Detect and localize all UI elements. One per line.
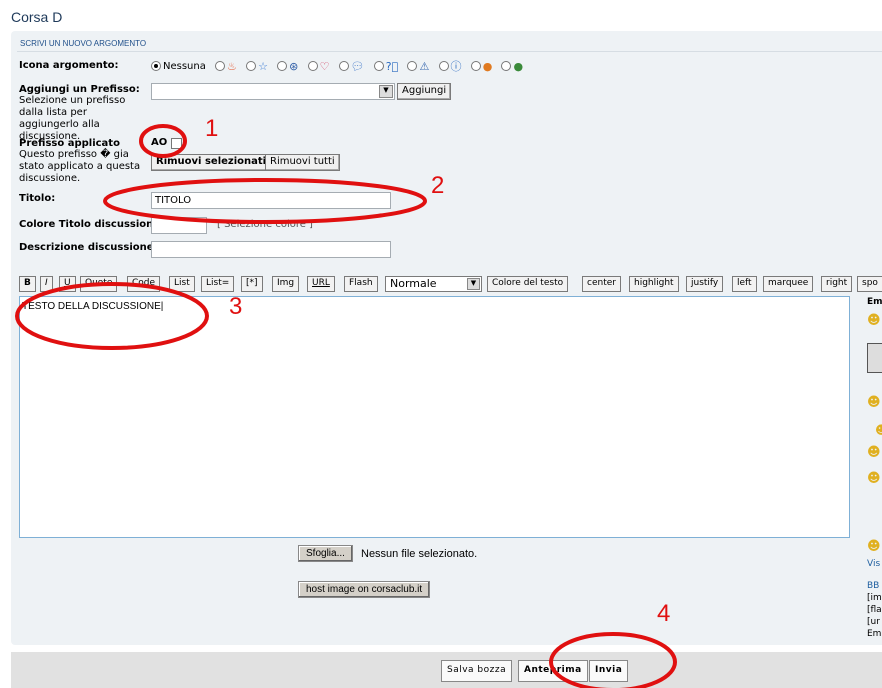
submit-button[interactable]: Invia xyxy=(589,660,629,682)
welcome-sign-icon[interactable] xyxy=(867,343,882,373)
underline-button[interactable]: U xyxy=(59,276,76,292)
radio-none[interactable] xyxy=(151,61,161,71)
emoticons-note: Em xyxy=(867,629,882,639)
title-label: Titolo: xyxy=(19,193,56,204)
ordered-list-button[interactable]: List= xyxy=(201,276,235,292)
applied-prefix-name: AO xyxy=(151,137,168,148)
code-button[interactable]: Code xyxy=(127,276,161,292)
message-textarea[interactable]: TESTO DELLA DISCUSSIONE| xyxy=(19,296,850,538)
fire-icon: ♨ xyxy=(227,59,237,73)
prefix-description: Selezione un prefisso dalla lista per ag… xyxy=(19,95,126,142)
marquee-button[interactable]: marquee xyxy=(763,276,814,292)
topic-icon-options: Nessuna ♨ ☆ ⊛ ♡ 💬︎ ?⃝ ⚠ ⓘ ● ● xyxy=(145,58,523,74)
font-size-select[interactable]: Normale ▼ xyxy=(385,276,482,292)
smiley-cool-icon[interactable]: ☻ xyxy=(867,313,881,328)
annotation-number-3: 3 xyxy=(229,293,243,320)
quote-button[interactable]: Quote xyxy=(80,276,118,292)
heart-icon: ♡ xyxy=(319,59,330,73)
info-icon: ⓘ xyxy=(450,60,462,73)
radio-warning[interactable] xyxy=(407,61,418,71)
title-input[interactable]: TITOLO xyxy=(151,192,391,209)
justify-button[interactable]: justify xyxy=(686,276,724,292)
url-code-note: [ur xyxy=(867,617,880,627)
url-button[interactable]: URL xyxy=(307,276,335,292)
radio-orange[interactable] xyxy=(470,61,481,71)
smiley-orange-icon: ● xyxy=(482,59,493,73)
right-button[interactable]: right xyxy=(821,276,853,292)
radio-heart[interactable] xyxy=(307,61,318,71)
remove-selected-button[interactable]: Rimuovi selezionati xyxy=(151,154,272,171)
radio-fire[interactable] xyxy=(215,61,226,71)
annotation-number-1: 1 xyxy=(205,115,219,142)
title-color-input[interactable] xyxy=(151,217,207,234)
smiley-green-icon: ● xyxy=(513,59,524,73)
radio-speech[interactable] xyxy=(338,61,349,71)
applied-prefix-label: Prefisso applicato Questo prefisso � gia … xyxy=(19,138,147,185)
radio-info[interactable] xyxy=(438,61,449,71)
select-color-link[interactable]: [ Selezione colore ] xyxy=(217,219,313,230)
bold-button[interactable]: B xyxy=(19,276,36,292)
italic-button[interactable]: I xyxy=(40,276,53,292)
description-input[interactable] xyxy=(151,241,391,258)
list-item-button[interactable]: [*] xyxy=(241,276,263,292)
smiley-wink-icon[interactable]: ☻ xyxy=(867,471,881,486)
speech-bubble-icon: 💬︎ xyxy=(350,59,365,73)
bbcode-link[interactable]: BB xyxy=(867,581,879,591)
prefix-checkbox[interactable] xyxy=(171,138,182,149)
radio-green[interactable] xyxy=(501,61,512,71)
question-icon: ?⃝ xyxy=(385,59,399,73)
annotation-number-2: 2 xyxy=(431,172,445,199)
prefix-label: Aggiungi un Prefisso: Selezione un prefis… xyxy=(19,84,147,143)
list-button[interactable]: List xyxy=(169,276,195,292)
view-all-link[interactable]: Vis xyxy=(867,559,880,569)
emoticons-heading: Em xyxy=(867,297,882,307)
page-title: Corsa D xyxy=(11,9,63,25)
remove-all-button[interactable]: Rimuovi tutti xyxy=(265,154,340,171)
spoiler-button[interactable]: spo xyxy=(857,276,882,292)
smiley-happy-icon[interactable]: ☻ xyxy=(867,539,881,554)
preview-button[interactable]: Anteprima xyxy=(518,660,588,682)
img-code-note: [im xyxy=(867,593,882,603)
browse-button[interactable]: Sfoglia... xyxy=(298,545,353,562)
star-icon: ☆ xyxy=(258,59,268,73)
warning-icon: ⚠ xyxy=(419,59,430,73)
prefix-select[interactable]: ▼ xyxy=(151,83,395,100)
radio-none-label: Nessuna xyxy=(163,61,206,72)
divider xyxy=(17,51,882,52)
no-file-text: Nessun file selezionato. xyxy=(361,548,478,560)
radio-dots[interactable] xyxy=(277,61,288,71)
radio-question[interactable] xyxy=(373,61,384,71)
section-title: SCRIVI UN NUOVO ARGOMENTO xyxy=(20,39,147,48)
description-label: Descrizione discussione: xyxy=(19,242,158,253)
smiley-tongue-icon[interactable]: ☻ xyxy=(867,445,881,460)
new-topic-form: SCRIVI UN NUOVO ARGOMENTO Icona argoment… xyxy=(11,31,882,645)
smiley-small-icon[interactable]: ☻ xyxy=(875,423,882,437)
dots-icon: ⊛ xyxy=(289,59,299,73)
left-button[interactable]: left xyxy=(732,276,757,292)
add-prefix-button[interactable]: Aggiungi xyxy=(397,83,452,100)
flash-code-note: [fla xyxy=(867,605,882,615)
chevron-down-icon: ▼ xyxy=(379,85,393,98)
action-bar: Salva bozza Anteprima Invia xyxy=(11,650,882,688)
highlight-button[interactable]: highlight xyxy=(629,276,679,292)
img-button[interactable]: Img xyxy=(272,276,300,292)
host-image-button[interactable]: host image on corsaclub.it xyxy=(298,581,431,598)
radio-star[interactable] xyxy=(246,61,257,71)
text-color-button[interactable]: Colore del testo xyxy=(487,276,569,292)
flash-button[interactable]: Flash xyxy=(344,276,378,292)
applied-prefix-description: Questo prefisso � gia stato applicato a … xyxy=(19,149,141,184)
center-button[interactable]: center xyxy=(582,276,621,292)
annotation-number-4: 4 xyxy=(657,600,671,627)
title-color-label: Colore Titolo discussione: xyxy=(19,219,165,230)
topic-icon-label: Icona argomento: xyxy=(19,60,119,71)
save-draft-button[interactable]: Salva bozza xyxy=(441,660,513,682)
chevron-down-icon: ▼ xyxy=(467,278,480,290)
smiley-icon[interactable]: ☻ xyxy=(867,395,881,410)
